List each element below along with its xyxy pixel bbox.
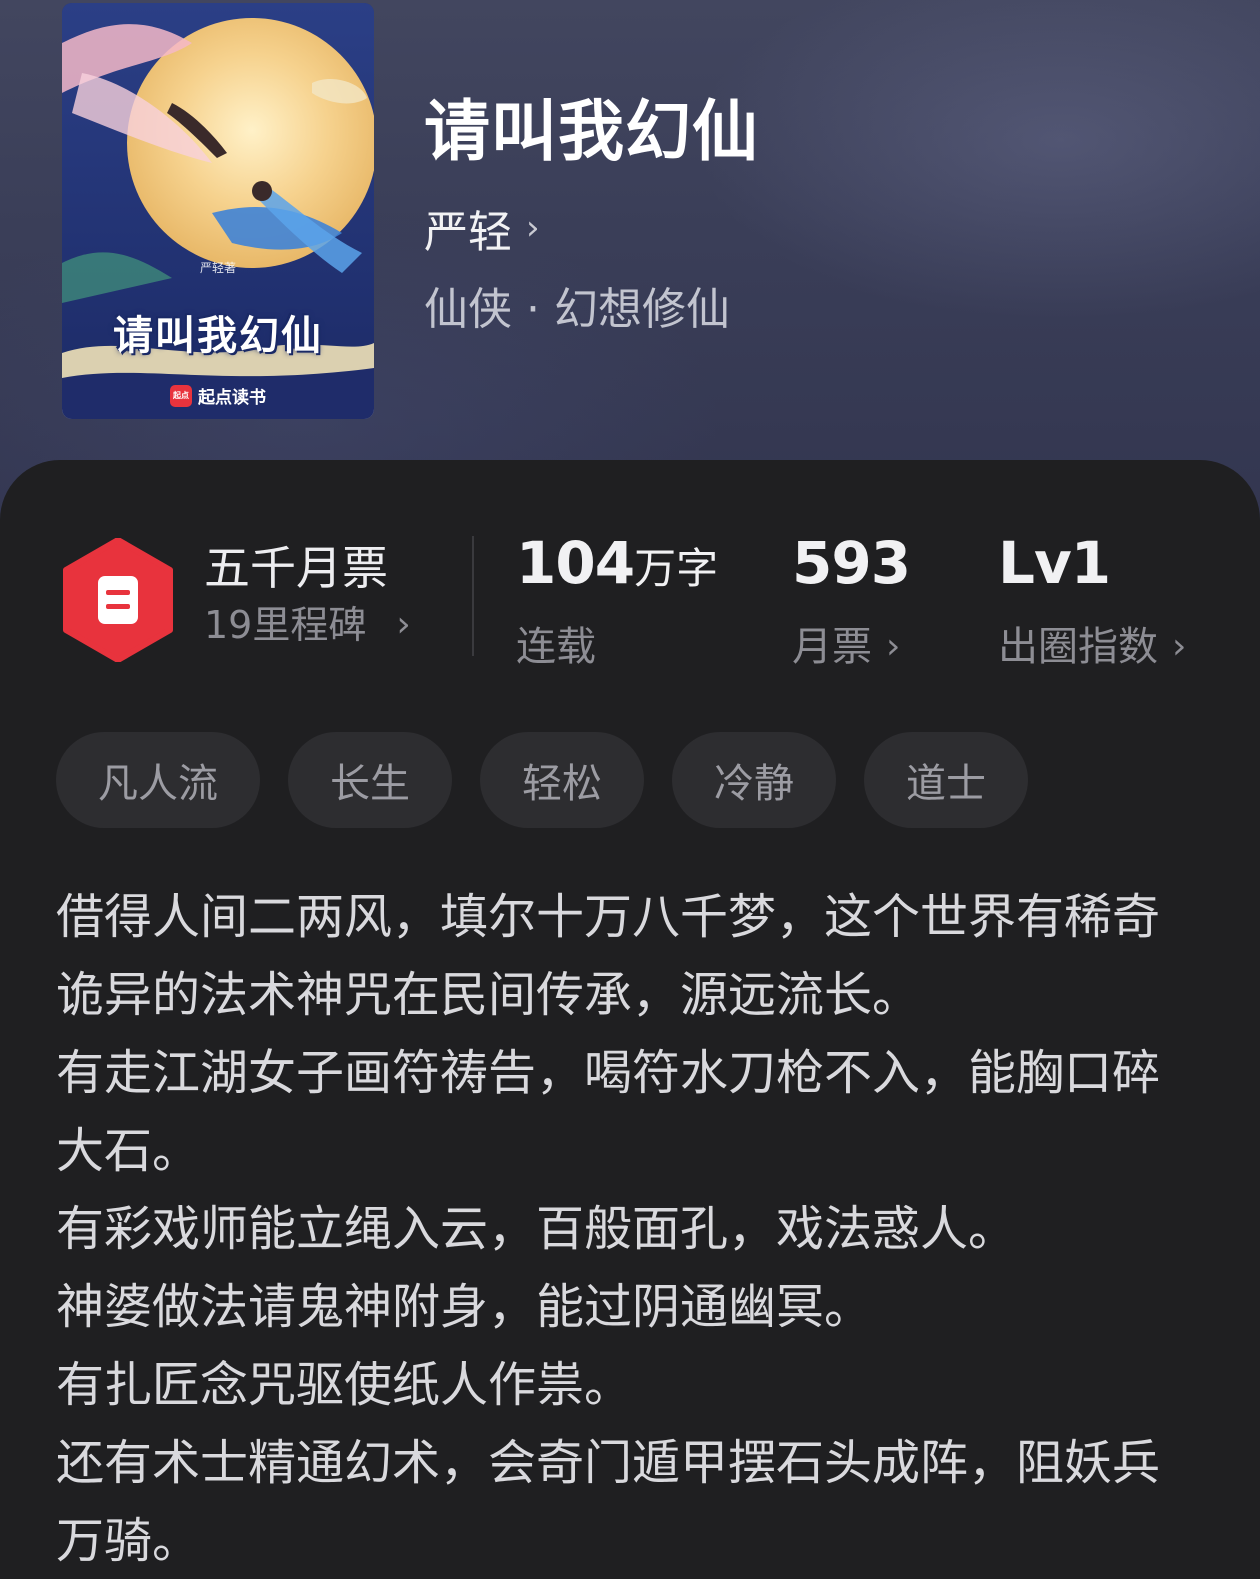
author-name: 严轻 (424, 207, 512, 258)
chevron-right-icon: › (1172, 626, 1187, 667)
synopsis-paragraph: 有彩戏师能立绳入云，百般面孔，戏法惑人。 (56, 1201, 1017, 1257)
word-count-stat: 104万字 连载 (516, 530, 718, 675)
monthly-ticket-number: 593 (792, 529, 911, 597)
popularity-label: 出圈指数 (998, 624, 1158, 670)
monthly-ticket-value: 593 (792, 529, 911, 611)
publisher-name: 起点读书 (198, 388, 266, 408)
tag-chip[interactable]: 冷静 (672, 732, 836, 828)
synopsis-paragraph: 有扎匠念咒驱使纸人作祟。 (56, 1357, 633, 1413)
book-header: 严轻著 请叫我幻仙 起点 起点读书 请叫我幻仙 严轻 › 仙侠 · 幻想修仙 (0, 0, 1260, 520)
tag-chip[interactable]: 轻松 (480, 732, 644, 828)
word-count-value: 104万字 (516, 530, 718, 611)
stats-divider (472, 536, 474, 656)
popularity-level: Lv1 (998, 529, 1111, 597)
cover-title: 请叫我幻仙 (113, 312, 323, 359)
popularity-label-row: 出圈指数 › (998, 619, 1186, 675)
word-count-number: 104 (516, 529, 635, 597)
cover-author-credit: 严轻著 (199, 261, 236, 275)
tag-list: 凡人流 长生 轻松 冷静 道士 (56, 732, 1028, 828)
tag-chip[interactable]: 凡人流 (56, 732, 260, 828)
milestone-subtitle: 19里程碑 (204, 603, 367, 647)
monthly-ticket-stat[interactable]: 593 月票 › (792, 529, 911, 675)
stats-row: 五千月票 19里程碑 › 104万字 连载 593 月票 › Lv1 出圈指数 … (0, 530, 1260, 670)
synopsis-paragraph: 还有术士精通幻术，会奇门遁甲摆石头成阵，阻妖兵万骑。 (56, 1435, 1161, 1569)
synopsis-paragraph: 神婆做法请鬼神附身，能过阴通幽冥。 (56, 1279, 873, 1335)
milestone-title: 五千月票 (204, 541, 388, 595)
chevron-right-icon: › (396, 604, 411, 645)
milestone-badge[interactable]: 五千月票 19里程碑 › (204, 538, 411, 652)
chevron-right-icon: › (886, 626, 901, 667)
book-synopsis[interactable]: 借得人间二两风，填尔十万八千梦，这个世界有稀奇诡异的法术神咒在民间传承，源远流长… (56, 878, 1176, 1579)
milestone-subtitle-row: 19里程碑 › (204, 598, 411, 652)
publisher-logo-icon: 起点 (170, 384, 192, 407)
synopsis-paragraph: 有走江湖女子画符祷告，喝符水刀枪不入，能胸口碎大石。 (56, 1045, 1161, 1179)
popularity-stat[interactable]: Lv1 出圈指数 › (998, 530, 1186, 675)
tag-chip[interactable]: 道士 (864, 732, 1028, 828)
popularity-value: Lv1 (998, 530, 1186, 611)
serial-status: 连载 (516, 624, 596, 670)
book-title: 请叫我幻仙 (424, 92, 759, 170)
author-link[interactable]: 严轻 › (424, 198, 540, 258)
cover-publisher: 起点 起点读书 (62, 383, 374, 408)
ticket-hexagon-icon[interactable] (62, 538, 174, 662)
chevron-right-icon: › (526, 208, 540, 248)
book-detail-page: 严轻著 请叫我幻仙 起点 起点读书 请叫我幻仙 严轻 › 仙侠 · 幻想修仙 五… (0, 0, 1260, 1579)
book-genre: 仙侠 · 幻想修仙 (424, 284, 730, 335)
tag-chip[interactable]: 长生 (288, 732, 452, 828)
monthly-ticket-label-row: 月票 › (792, 619, 910, 675)
synopsis-paragraph: 借得人间二两风，填尔十万八千梦，这个世界有稀奇诡异的法术神咒在民间传承，源远流长… (56, 889, 1161, 1023)
book-cover[interactable]: 严轻著 请叫我幻仙 起点 起点读书 (62, 3, 374, 419)
word-count-unit: 万字 (634, 544, 719, 593)
monthly-ticket-label: 月票 (792, 624, 872, 670)
book-info-card: 五千月票 19里程碑 › 104万字 连载 593 月票 › Lv1 出圈指数 … (0, 460, 1260, 1579)
